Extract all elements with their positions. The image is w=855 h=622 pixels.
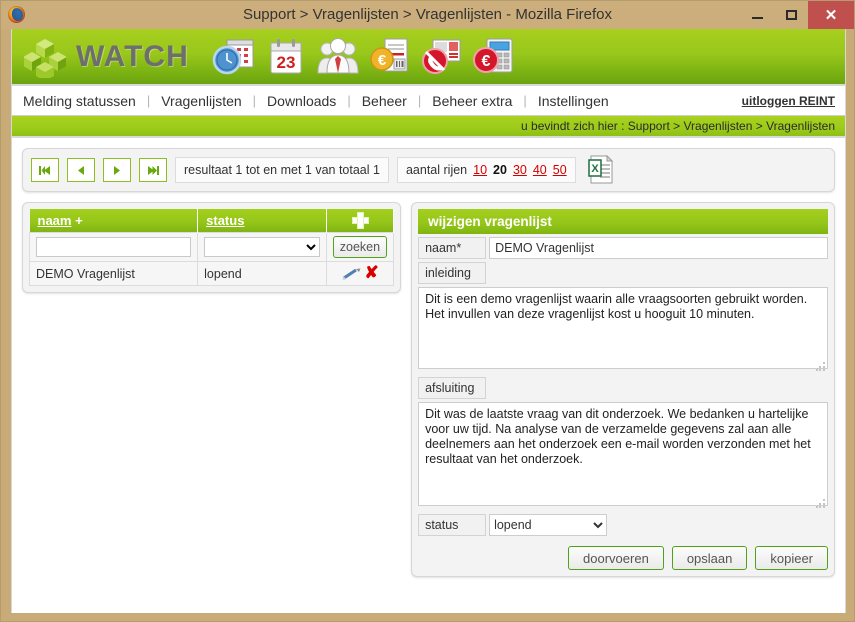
rows-per-page-selector: aantal rijen 10 20 30 40 50 (396, 157, 576, 183)
rows-option-40[interactable]: 40 (533, 158, 547, 182)
nav-item-instellingen[interactable]: Instellingen (527, 86, 620, 116)
vragenlijst-list-panel: naam + status zoeken DEMO Vragenlijst lo… (22, 202, 402, 293)
app-banner: WATCH 23 € € (12, 29, 845, 86)
nav-item-melding-statussen[interactable]: Melding statussen (12, 86, 147, 116)
breadcrumb-text: u bevindt zich hier : Support > Vragenli… (521, 119, 835, 133)
next-page-button[interactable] (103, 158, 131, 182)
table-header-row: naam + status (29, 209, 395, 233)
rows-option-10[interactable]: 10 (473, 158, 487, 182)
window-controls: ✕ (740, 1, 854, 29)
rows-option-30[interactable]: 30 (513, 158, 527, 182)
watch-logo-icon (23, 36, 67, 81)
page-viewport: WATCH 23 € € Melding statussen | Vragenl… (11, 29, 846, 613)
maximize-button[interactable] (774, 1, 808, 29)
edit-icon[interactable] (341, 267, 361, 281)
afsluiting-textarea-wrap (418, 399, 828, 511)
input-naam[interactable] (489, 237, 828, 259)
cell-status: lopend (197, 261, 327, 286)
euro-calculator-icon[interactable]: € (471, 35, 517, 79)
textarea-inleiding[interactable] (418, 287, 828, 369)
nav-item-beheer[interactable]: Beheer (351, 86, 418, 116)
title-bar: Support > Vragenlijsten > Vragenlijsten … (1, 1, 854, 29)
form-row-afsluiting-label: afsluiting (418, 377, 828, 399)
rows-per-page-label: aantal rijen (405, 163, 468, 177)
no-call-icon[interactable] (419, 35, 465, 79)
column-header-naam[interactable]: naam + (29, 209, 199, 233)
column-header-add[interactable] (326, 209, 395, 233)
nav-item-downloads[interactable]: Downloads (256, 86, 347, 116)
label-status: status (418, 514, 487, 536)
add-row-icon[interactable] (352, 211, 370, 229)
column-header-status[interactable]: status (197, 209, 327, 233)
first-page-button[interactable] (31, 158, 59, 182)
form-row-status: status lopend afgerond concept (418, 514, 828, 536)
main-navigation: Melding statussen | Vragenlijsten | Down… (12, 86, 845, 116)
search-button[interactable]: zoeken (332, 236, 388, 258)
form-button-row: doorvoeren opslaan kopieer (418, 546, 828, 570)
label-inleiding: inleiding (418, 262, 487, 284)
rows-option-50[interactable]: 50 (553, 158, 567, 182)
last-page-button[interactable] (139, 158, 167, 182)
vragenlijst-table: naam + status zoeken DEMO Vragenlijst lo… (28, 209, 395, 286)
filter-cell-search: zoeken (325, 232, 395, 262)
filter-cell-naam (28, 232, 199, 262)
sort-link-naam[interactable]: naam (38, 213, 72, 228)
form-body: naam* inleiding afsluiting (412, 237, 834, 576)
label-afsluiting: afsluiting (418, 377, 487, 399)
vragenlijst-form-panel: wijzigen vragenlijst naam* inleiding (411, 202, 835, 577)
people-group-icon[interactable] (315, 35, 361, 79)
euro-invoice-icon[interactable]: € (367, 35, 413, 79)
nav-item-beheer-extra[interactable]: Beheer extra (421, 86, 523, 116)
previous-page-button[interactable] (67, 158, 95, 182)
browser-window: Support > Vragenlijsten > Vragenlijsten … (0, 0, 855, 622)
pagination-toolbar: resultaat 1 tot en met 1 van totaal 1 aa… (22, 148, 835, 192)
clock-calendar-icon[interactable] (211, 35, 257, 79)
filter-input-naam[interactable] (36, 237, 192, 257)
inleiding-textarea-wrap (418, 284, 828, 374)
brand-name: WATCH (76, 39, 189, 73)
sort-indicator-naam: + (75, 213, 83, 228)
delete-icon[interactable]: ✘ (365, 263, 379, 282)
close-button[interactable]: ✕ (808, 1, 854, 29)
svg-text:€: € (378, 52, 387, 69)
svg-text:€: € (481, 53, 490, 70)
page-content: resultaat 1 tot en met 1 van totaal 1 aa… (12, 138, 845, 587)
window-title: Support > Vragenlijsten > Vragenlijsten … (242, 6, 613, 23)
filter-cell-status: lopend afgerond concept (197, 232, 327, 262)
breadcrumb: u bevindt zich hier : Support > Vragenli… (12, 116, 845, 138)
excel-export-icon[interactable]: X (587, 154, 614, 185)
rows-option-20-current[interactable]: 20 (493, 158, 507, 182)
filter-row: lopend afgerond concept zoeken (28, 232, 395, 262)
banner-icon-strip: 23 € € (211, 35, 517, 79)
opslaan-button[interactable]: opslaan (671, 546, 748, 570)
form-row-naam: naam* (418, 237, 828, 259)
minimize-button[interactable] (740, 1, 774, 29)
result-count-label: resultaat 1 tot en met 1 van totaal 1 (175, 157, 389, 183)
calendar-23-icon[interactable]: 23 (263, 35, 309, 79)
textarea-afsluiting[interactable] (418, 402, 828, 506)
form-title: wijzigen vragenlijst (418, 209, 828, 234)
logout-link[interactable]: uitloggen REINT (742, 94, 835, 108)
nav-item-vragenlijsten[interactable]: Vragenlijsten (150, 86, 252, 116)
content-columns: naam + status zoeken DEMO Vragenlijst lo… (22, 202, 835, 577)
filter-select-status[interactable]: lopend afgerond concept (204, 237, 320, 257)
select-status[interactable]: lopend afgerond concept (489, 514, 608, 536)
svg-text:23: 23 (276, 53, 295, 72)
table-row: DEMO Vragenlijst lopend ✘ (28, 261, 395, 286)
form-row-inleiding-label: inleiding (418, 262, 828, 284)
kopieer-button[interactable]: kopieer (755, 546, 828, 570)
cell-naam: DEMO Vragenlijst (28, 261, 199, 286)
sort-link-status[interactable]: status (206, 213, 244, 228)
cell-actions: ✘ (325, 261, 395, 286)
label-naam: naam* (418, 237, 487, 259)
doorvoeren-button[interactable]: doorvoeren (568, 546, 664, 570)
svg-text:X: X (591, 163, 599, 175)
